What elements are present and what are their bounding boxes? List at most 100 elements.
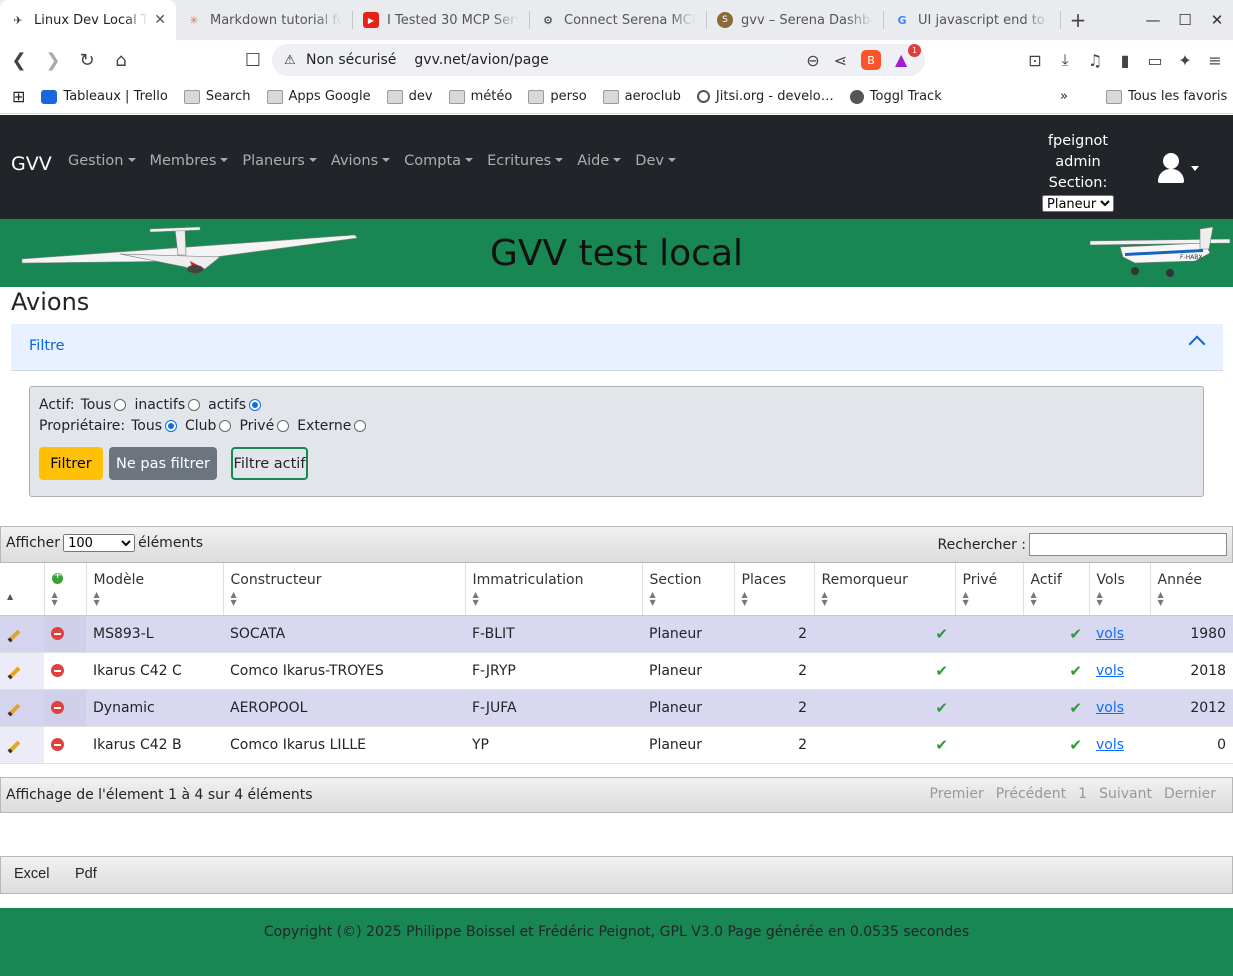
maximize-icon[interactable]: ☐ [1169,0,1201,40]
page-previous[interactable]: Précédent [990,785,1072,803]
header-constructeur[interactable]: Constructeur ▲ ▼ [222,563,465,616]
bookmark-aeroclub[interactable]: aeroclub [602,89,681,104]
page-length-select[interactable]: 100 [63,534,136,552]
download-icon[interactable]: ⤓ [1055,48,1075,72]
vols-link[interactable]: vols [1096,700,1124,716]
radio-button[interactable] [188,399,201,411]
header-vols[interactable]: Vols ▲ ▼ [1088,563,1150,616]
tab-markdown-tutorial[interactable]: ✳ Markdown tutorial fo [176,0,352,40]
delete-icon[interactable] [51,738,64,751]
radio-button-checked[interactable] [249,399,261,411]
bookmark-all[interactable]: Tous les favoris [1106,89,1227,104]
header-annee[interactable]: Année ▲ ▼ [1149,563,1233,616]
tab-linux-dev-local[interactable]: ✈ Linux Dev Local T ✕ [0,0,176,40]
menu-aide[interactable]: Aide [577,153,621,169]
radio-button-checked[interactable] [165,420,177,432]
owner-option-tous[interactable]: Tous [131,418,179,434]
actif-option-actifs[interactable]: actifs [208,397,263,413]
page-last[interactable]: Dernier [1158,785,1222,803]
tab-connect-serena[interactable]: ⚙ Connect Serena MCP [530,0,706,40]
header-immatriculation[interactable]: Immatriculation ▲ ▼ [464,563,642,616]
bookmark-toggl[interactable]: Toggl Track [849,89,942,104]
vols-link[interactable]: vols [1096,737,1124,753]
close-tab-icon[interactable]: ✕ [154,12,166,28]
export-pdf-button[interactable]: Pdf [75,866,97,882]
page-1[interactable]: 1 [1072,785,1093,803]
tab-mcp-servers[interactable]: ▶ I Tested 30 MCP Serv [353,0,529,40]
wallet-icon[interactable]: ▭ [1145,48,1165,72]
chevron-down-icon[interactable] [1191,166,1199,171]
vols-link[interactable]: vols [1096,663,1124,679]
export-excel-button[interactable]: Excel [14,866,49,882]
bookmark-meteo[interactable]: météo [448,89,512,104]
tab-ui-javascript[interactable]: G UI javascript end to e [884,0,1060,40]
tab-serena-dashboard[interactable]: S gvv – Serena Dashboa [707,0,883,40]
back-icon[interactable]: ❮ [4,45,34,75]
header-section[interactable]: Section ▲ ▼ [641,563,734,616]
radio-button[interactable] [219,420,232,432]
menu-gestion[interactable]: Gestion [68,153,136,169]
header-prive[interactable]: Privé ▲ ▼ [954,563,1023,616]
section-select[interactable]: Planeur [1042,195,1114,212]
search-input[interactable] [1029,533,1227,556]
zoom-icon[interactable]: ⊖ [806,51,819,70]
page-next[interactable]: Suivant [1093,785,1158,803]
menu-compta[interactable]: Compta [404,153,473,169]
delete-icon[interactable] [51,664,64,677]
media-icon[interactable]: ♫ [1085,48,1105,72]
filter-button[interactable]: Filtrer [39,447,103,480]
edit-pencil-icon[interactable] [7,666,21,679]
actif-option-tous[interactable]: Tous [81,397,129,413]
menu-planeurs[interactable]: Planeurs [242,153,316,169]
menu-icon[interactable]: ≡ [1205,48,1225,72]
bookmark-jitsi[interactable]: Jitsi.org - develo… [696,89,834,104]
menu-dev[interactable]: Dev [635,153,676,169]
leo-ai-icon[interactable]: ✦ [1175,48,1195,72]
owner-option-externe[interactable]: Externe [297,418,368,434]
minimize-icon[interactable]: — [1137,0,1169,40]
home-icon[interactable]: ⌂ [106,45,136,75]
delete-icon[interactable] [51,627,64,640]
add-icon[interactable] [51,570,63,584]
brand-link[interactable]: GVV [11,153,52,175]
owner-option-club[interactable]: Club [185,418,233,434]
reload-icon[interactable]: ↻ [72,45,102,75]
close-window-icon[interactable]: ✕ [1201,0,1233,40]
header-modele[interactable]: Modèle ▲ ▼ [85,563,223,616]
actif-option-inactifs[interactable]: inactifs [134,397,202,413]
active-filter-button[interactable]: Filtre actif [231,447,308,480]
vols-link[interactable]: vols [1096,626,1124,642]
owner-option-prive[interactable]: Privé [239,418,291,434]
header-edit[interactable]: ▲ [0,563,44,616]
forward-icon[interactable]: ❯ [38,45,68,75]
edit-pencil-icon[interactable] [7,740,21,753]
more-bookmarks-icon[interactable]: » [1060,89,1068,104]
header-remorqueur[interactable]: Remorqueur ▲ ▼ [813,563,955,616]
user-avatar-icon[interactable] [1156,153,1186,183]
menu-ecritures[interactable]: Ecritures [487,153,563,169]
tab-search-icon[interactable]: ⊡ [1025,48,1045,72]
radio-button[interactable] [114,399,127,411]
edit-pencil-icon[interactable] [7,703,21,716]
url-bar[interactable]: ⚠ Non sécurisé gvv.net/avion/page ⊖ ⋖ B … [272,44,925,76]
brave-shields-icon[interactable]: B [861,50,881,70]
bookmark-search[interactable]: Search [183,89,251,104]
header-places[interactable]: Places ▲ ▼ [733,563,814,616]
radio-button[interactable] [277,420,290,432]
bookmark-apps-google[interactable]: Apps Google [266,89,371,104]
edit-pencil-icon[interactable] [7,629,21,642]
page-first[interactable]: Premier [924,785,990,803]
new-tab-button[interactable]: + [1061,0,1095,40]
url-text[interactable]: gvv.net/avion/page [414,52,548,68]
bookmark-dev[interactable]: dev [386,89,433,104]
menu-membres[interactable]: Membres [150,153,229,169]
share-icon[interactable]: ⋖ [834,51,847,70]
no-filter-button[interactable]: Ne pas filtrer [109,447,217,480]
brave-rewards-icon[interactable]: ▲ 1 [895,44,921,70]
menu-avions[interactable]: Avions [331,153,390,169]
bookmark-icon[interactable]: ☐ [238,45,268,75]
delete-icon[interactable] [51,701,64,714]
filter-accordion-header[interactable]: Filtre [11,324,1223,371]
bookmark-trello[interactable]: Tableaux | Trello [41,89,168,104]
header-delete[interactable]: ▲▼ [43,563,86,616]
